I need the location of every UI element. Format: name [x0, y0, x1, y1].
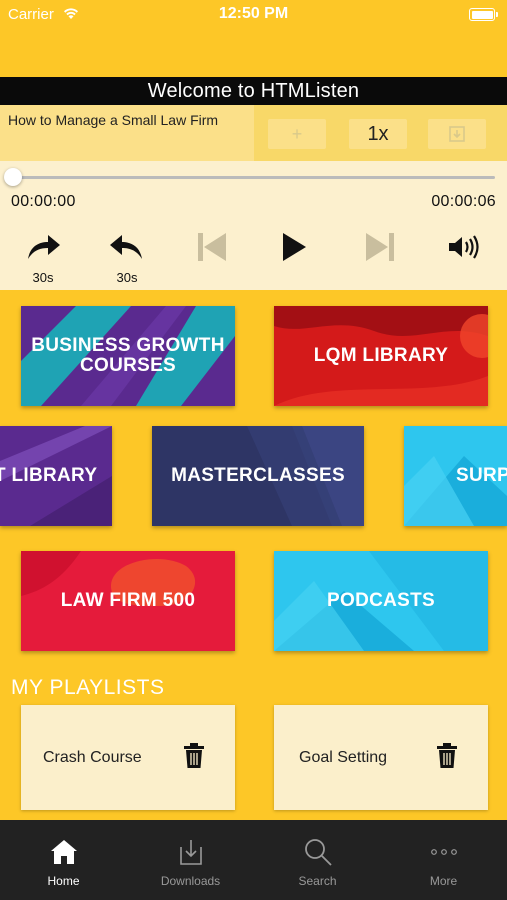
play-icon: [283, 233, 306, 261]
category-business-growth-courses[interactable]: BUSINESS GROWTH COURSES: [21, 306, 235, 406]
tile-label: PODCASTS: [327, 590, 435, 611]
forward-30-label: 30s: [32, 270, 54, 285]
tile-label: LAW FIRM 500: [60, 590, 196, 611]
battery-icon: [469, 8, 498, 21]
trash-icon[interactable]: [183, 743, 205, 769]
forward-30-button[interactable]: [21, 227, 65, 267]
tab-bar: Home Downloads Search More: [0, 820, 507, 900]
now-playing-actions: + 1x: [254, 105, 507, 161]
tab-label: Downloads: [160, 874, 221, 888]
download-icon: [176, 837, 206, 867]
audio-player: 00:00:00 00:00:06 30s 30s: [0, 161, 507, 290]
category-masterclasses[interactable]: MASTERCLASSES: [152, 426, 364, 526]
download-episode-button[interactable]: [428, 119, 486, 149]
tab-label: More: [429, 874, 458, 888]
next-track-button[interactable]: [358, 227, 402, 267]
tile-label: MASTERCLASSES: [171, 465, 345, 486]
category-t-library[interactable]: T LIBRARY: [0, 426, 112, 526]
tab-label: Search: [298, 874, 337, 888]
status-time: 12:50 PM: [218, 5, 289, 22]
home-icon: [49, 837, 79, 867]
skip-previous-icon: [198, 233, 226, 261]
download-icon: [449, 126, 465, 142]
playlist-name: Crash Course: [43, 749, 142, 766]
playlist-card[interactable]: Goal Setting: [274, 705, 488, 810]
category-law-firm-500[interactable]: LAW FIRM 500: [21, 551, 235, 651]
undo-arrow-icon: [110, 235, 142, 259]
playlist-card[interactable]: Crash Course: [21, 705, 235, 810]
tile-label: T LIBRARY: [0, 465, 98, 486]
current-time: 00:00:00: [11, 193, 76, 210]
tab-label: Home: [47, 874, 80, 888]
welcome-banner: Welcome to HTMListen: [0, 77, 507, 105]
play-button[interactable]: [272, 227, 316, 267]
plus-icon: +: [291, 123, 303, 144]
more-icon: [429, 837, 459, 867]
status-bar: Carrier 12:50 PM: [0, 0, 507, 30]
tile-label: SURP: [456, 465, 507, 486]
search-icon: [303, 837, 333, 867]
progress-knob[interactable]: [4, 168, 22, 186]
total-time: 00:00:06: [431, 193, 496, 210]
playlist-name: Goal Setting: [299, 749, 388, 766]
volume-button[interactable]: [442, 227, 486, 267]
progress-track[interactable]: [12, 176, 495, 179]
rewind-30-button[interactable]: [105, 227, 149, 267]
tile-label: BUSINESS GROWTH COURSES: [31, 335, 225, 376]
tab-more[interactable]: More: [380, 820, 507, 900]
trash-icon[interactable]: [436, 743, 458, 769]
add-to-playlist-button[interactable]: +: [268, 119, 326, 149]
rewind-30-label: 30s: [116, 270, 138, 285]
redo-arrow-icon: [28, 235, 60, 259]
tab-home[interactable]: Home: [0, 820, 127, 900]
category-podcasts[interactable]: PODCASTS: [274, 551, 488, 651]
now-playing-title: How to Manage a Small Law Firm: [8, 112, 219, 128]
category-lqm-library[interactable]: LQM LIBRARY: [274, 306, 488, 406]
tab-downloads[interactable]: Downloads: [127, 820, 254, 900]
previous-track-button[interactable]: [190, 227, 234, 267]
volume-icon: [449, 235, 479, 259]
playlists-heading: MY PLAYLISTS: [11, 676, 165, 699]
tile-label: LQM LIBRARY: [313, 345, 449, 366]
now-playing-bar: How to Manage a Small Law Firm + 1x: [0, 105, 507, 161]
tab-search[interactable]: Search: [254, 820, 381, 900]
playback-speed-button[interactable]: 1x: [349, 119, 407, 149]
skip-next-icon: [366, 233, 394, 261]
category-surp[interactable]: SURP: [404, 426, 507, 526]
